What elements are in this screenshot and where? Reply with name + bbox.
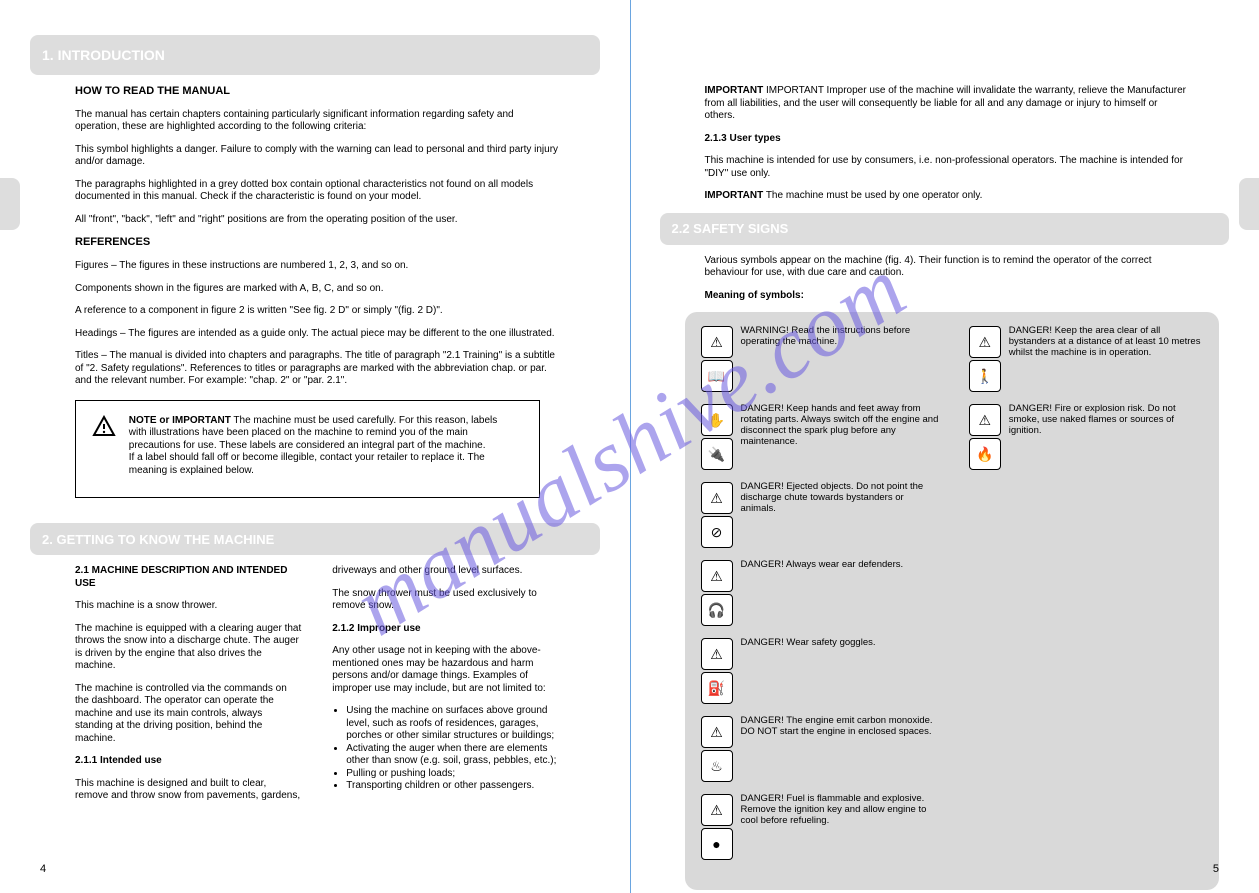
safety-symbols-panel: ⚠📖WARNING! Read the instructions before … — [685, 312, 1220, 890]
meaning-label: Meaning of symbols: — [705, 290, 1190, 303]
important-text: IMPORTANT Improper use of the machine wi… — [705, 85, 1186, 121]
intro-p2: This symbol highlights a danger. Failure… — [75, 144, 560, 169]
symbol-item: ✋🔌DANGER! Keep hands and feet away from … — [701, 404, 939, 472]
desc-p3: The machine is controlled via the comman… — [75, 683, 302, 746]
refs-p5: Titles – The manual is divided into chap… — [75, 350, 560, 388]
symbol-icon: ⚠ — [701, 560, 733, 592]
intended-p2: The snow thrower must be used exclusivel… — [332, 588, 559, 613]
section-2-1-2: 2.1.2 Improper use — [332, 623, 559, 636]
symbol-item: ⚠⛽ DANGER! Wear safety goggles. — [701, 638, 939, 706]
symbol-text: WARNING! Read the instructions before op… — [741, 326, 939, 348]
symbol-icon: ⚠ — [701, 716, 733, 748]
symbol-icon-group: ✋🔌 — [701, 404, 733, 472]
symbol-icon-group: ⚠● — [701, 794, 733, 862]
improper-intro: Any other usage not in keeping with the … — [332, 645, 559, 695]
symbol-item: ⚠🔥DANGER! Fire or explosion risk. Do not… — [969, 404, 1207, 472]
left-page: 1. INTRODUCTION HOW TO READ THE MANUAL T… — [0, 0, 630, 893]
page-number-right: 5 — [1213, 863, 1219, 875]
symbol-item: ⚠🎧 DANGER! Always wear ear defenders. — [701, 560, 939, 628]
warning-note-label: NOTE or IMPORTANT — [129, 415, 231, 426]
symbol-icon: 🎧 — [701, 594, 733, 626]
symbol-icon: ♨ — [701, 750, 733, 782]
symbols-column-left: ⚠📖WARNING! Read the instructions before … — [701, 326, 939, 872]
symbol-icon: ⚠ — [969, 404, 1001, 436]
symbol-item: ⚠♨ DANGER! The engine emit carbon monoxid… — [701, 716, 939, 784]
warning-icon — [90, 415, 118, 444]
refs-p3: A reference to a component in figure 2 i… — [75, 305, 560, 318]
page-spine — [630, 0, 631, 893]
symbol-icon-group: ⚠♨ — [701, 716, 733, 784]
symbol-icon: ⚠ — [969, 326, 1001, 358]
desc-p1: This machine is a snow thrower. — [75, 600, 302, 613]
signs-intro-block: Various symbols appear on the machine (f… — [705, 255, 1190, 303]
section-2-1: 2.1 MACHINE DESCRIPTION AND INTENDED USE — [75, 565, 302, 590]
refs-p4: Headings – The figures are intended as a… — [75, 328, 560, 341]
refs-p2: Components shown in the figures are mark… — [75, 283, 560, 296]
user-important: The machine must be used by one operator… — [766, 190, 983, 201]
intro-p1: The manual has certain chapters containi… — [75, 109, 560, 134]
symbol-icon: ⚠ — [701, 794, 733, 826]
symbol-text: DANGER! Fuel is flammable and explosive.… — [741, 794, 939, 827]
section-bar-introduction: 1. INTRODUCTION — [30, 35, 600, 75]
symbol-item: ⚠●DANGER! Fuel is flammable and explosiv… — [701, 794, 939, 862]
symbol-text: DANGER! The engine emit carbon monoxide.… — [741, 716, 939, 738]
symbol-icon: 🚶 — [969, 360, 1001, 392]
symbol-icon: ⊘ — [701, 516, 733, 548]
symbol-icon-group: ⚠⊘ — [701, 482, 733, 550]
symbol-icon-group: ⚠🚶 — [969, 326, 1001, 394]
user-p1: This machine is intended for use by cons… — [705, 155, 1190, 180]
symbol-text: DANGER! Fire or explosion risk. Do not s… — [1009, 404, 1207, 437]
spacer — [660, 35, 1230, 75]
symbol-icon: 🔥 — [969, 438, 1001, 470]
intro-p4: All "front", "back", "left" and "right" … — [75, 214, 560, 227]
right-page: IMPORTANT IMPORTANT Improper use of the … — [630, 0, 1259, 893]
symbol-icon: ● — [701, 828, 733, 860]
symbol-icon-group: ⚠🔥 — [969, 404, 1001, 472]
refs-title: REFERENCES — [75, 236, 560, 250]
symbol-icon: 📖 — [701, 360, 733, 392]
symbol-text: DANGER! Ejected objects. Do not point th… — [741, 482, 939, 515]
symbol-item: ⚠⊘DANGER! Ejected objects. Do not point … — [701, 482, 939, 550]
intro-block: HOW TO READ THE MANUAL The manual has ce… — [75, 85, 560, 388]
intro-title: HOW TO READ THE MANUAL — [75, 85, 560, 99]
symbol-icon: ✋ — [701, 404, 733, 436]
symbol-item: ⚠📖 WARNING! Read the instructions before … — [701, 326, 939, 394]
section-2-1-1: 2.1.1 Intended use — [75, 755, 302, 768]
signs-intro: Various symbols appear on the machine (f… — [705, 255, 1190, 280]
symbol-icon: ⚠ — [701, 326, 733, 358]
symbol-icon: ⚠ — [701, 482, 733, 514]
improper-3: Pulling or pushing loads; — [346, 768, 559, 781]
symbols-column-right: ⚠🚶DANGER! Keep the area clear of all bys… — [969, 326, 1207, 872]
symbol-icon: ⚠ — [701, 638, 733, 670]
section-2-1-3: 2.1.3 User types — [705, 133, 1190, 146]
desc-p2: The machine is equipped with a clearing … — [75, 623, 302, 673]
improper-4: Transporting children or other passenger… — [346, 780, 559, 793]
symbol-text: DANGER! Wear safety goggles. — [741, 638, 939, 649]
symbol-icon: 🔌 — [701, 438, 733, 470]
warning-box: NOTE or IMPORTANT The machine must be us… — [75, 400, 540, 499]
refs-p1: Figures – The figures in these instructi… — [75, 260, 560, 273]
symbol-icon-group: ⚠⛽ — [701, 638, 733, 706]
symbol-icon-group: ⚠🎧 — [701, 560, 733, 628]
improper-1: Using the machine on surfaces above grou… — [346, 705, 559, 743]
symbol-icon: ⛽ — [701, 672, 733, 704]
page-number-left: 4 — [40, 863, 46, 875]
section-bar-safety-signs: 2.2 SAFETY SIGNS — [660, 213, 1230, 245]
symbol-text: DANGER! Always wear ear defenders. — [741, 560, 939, 571]
symbol-icon-group: ⚠📖 — [701, 326, 733, 394]
symbol-text: DANGER! Keep hands and feet away from ro… — [741, 404, 939, 448]
machine-description-block: 2.1 MACHINE DESCRIPTION AND INTENDED USE… — [75, 565, 560, 803]
right-intro-block: IMPORTANT IMPORTANT Improper use of the … — [705, 85, 1190, 203]
intro-p3: The paragraphs highlighted in a grey dot… — [75, 179, 560, 204]
section-bar-getting-to-know: 2. GETTING TO KNOW THE MACHINE — [30, 523, 600, 555]
warning-text-2: If a label should fall off or become ill… — [129, 452, 485, 476]
symbol-text: DANGER! Keep the area clear of all bysta… — [1009, 326, 1207, 359]
improper-2: Activating the auger when there are elem… — [346, 743, 559, 768]
symbol-item: ⚠🚶DANGER! Keep the area clear of all bys… — [969, 326, 1207, 394]
